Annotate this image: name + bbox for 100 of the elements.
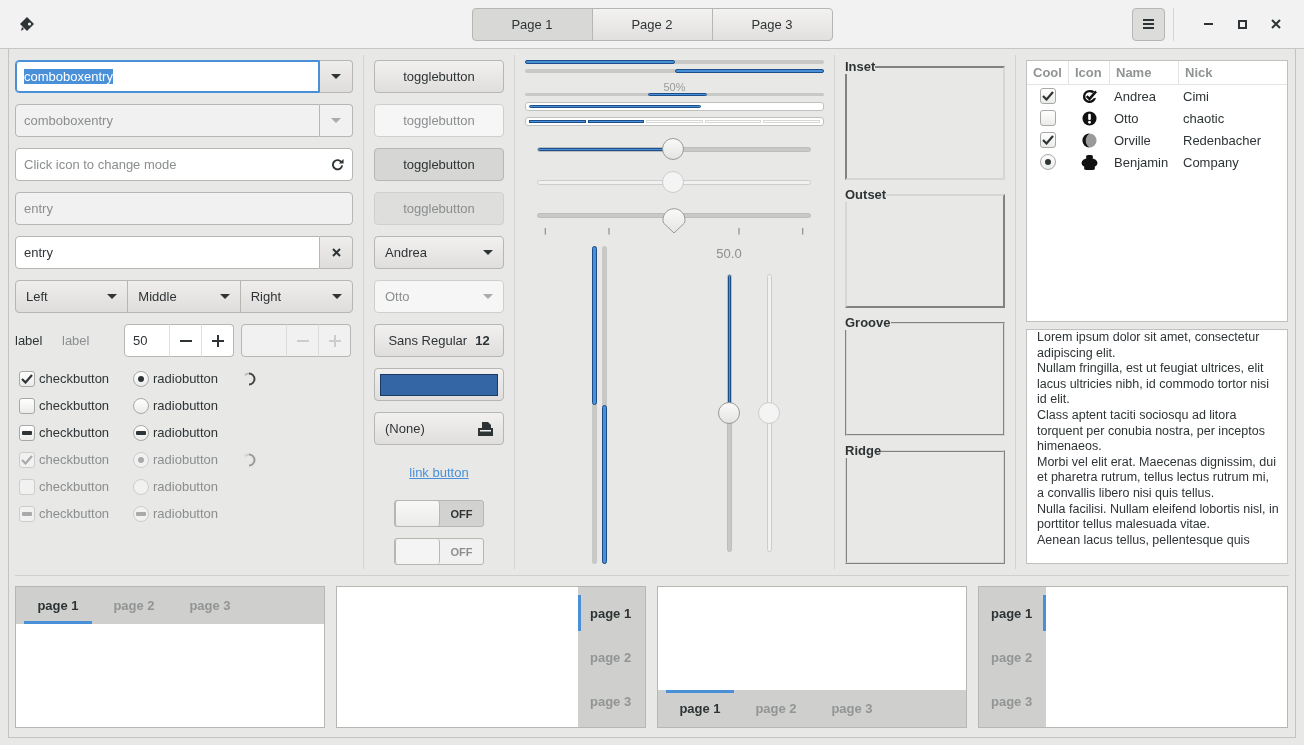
dropdown-button[interactable]: Right — [239, 280, 353, 313]
link-button[interactable]: link button — [409, 464, 469, 480]
caret-icon — [483, 250, 493, 255]
plus-icon — [211, 334, 224, 347]
check-icon — [1042, 91, 1054, 101]
font-button[interactable]: Sans Regular 12 — [374, 324, 504, 357]
frame-label: Ridge — [845, 444, 882, 458]
combo-entry-field[interactable]: comboboxentry — [15, 60, 320, 93]
checkbox[interactable] — [1040, 132, 1056, 148]
table-cell-text: Cimi — [1182, 88, 1210, 104]
combo-box[interactable]: Andrea — [374, 236, 504, 269]
tag-icon — [20, 17, 34, 31]
text-field[interactable]: entry — [15, 236, 320, 269]
tab[interactable]: page 2 — [578, 639, 645, 675]
minus-icon — [179, 339, 192, 342]
dash-icon — [22, 511, 32, 516]
caret-icon — [483, 294, 493, 299]
dot-icon — [1045, 159, 1051, 165]
slider-value: 50.0 — [716, 246, 742, 262]
stack-switcher-tab[interactable]: Page 3 — [711, 7, 833, 41]
column-header[interactable]: Icon — [1069, 61, 1110, 84]
spinner-icon — [242, 371, 256, 386]
tab[interactable]: page 3 — [578, 683, 645, 719]
close-icon — [1271, 19, 1281, 29]
column-header[interactable]: Name — [1110, 61, 1179, 84]
radio-button[interactable] — [1040, 154, 1056, 170]
toggle-button[interactable]: togglebutton — [374, 60, 504, 93]
label: label — [62, 333, 91, 348]
table-cell-text: Andrea — [1113, 88, 1157, 104]
plus-icon — [328, 334, 341, 347]
text-paragraph: Morbi vel elit erat. Maecenas dignissim, dui et pharetra rutrum, tellus lectus rutrum mi, a convallis libero nisi quis tellus. — [1037, 454, 1277, 502]
dash-icon — [136, 430, 146, 435]
refresh-icon[interactable] — [331, 158, 344, 171]
column-header[interactable]: Nick — [1179, 61, 1287, 84]
alert-icon — [1082, 110, 1097, 126]
vertical-slider[interactable] — [717, 274, 741, 552]
caret-icon — [332, 294, 342, 299]
slider[interactable] — [537, 138, 811, 161]
tab[interactable]: page 1 — [979, 595, 1046, 631]
minus-icon — [296, 339, 309, 342]
caret-icon — [107, 294, 118, 299]
tab[interactable]: page 1 — [666, 690, 734, 727]
checkbox[interactable] — [19, 424, 35, 441]
toggle-button[interactable]: togglebutton — [374, 148, 504, 181]
text-paragraph: Nulla facilisi. Nullam eleifend lobortis nisl, in porttitor tellus malesuada vitae. — [1037, 501, 1279, 533]
file-chooser-button[interactable]: (None) — [374, 412, 504, 445]
slider-thumb[interactable] — [718, 402, 740, 424]
combo-entry-field: comboboxentry — [15, 104, 320, 137]
column-header[interactable]: Cool — [1027, 61, 1069, 84]
table-cell-text: Otto — [1113, 110, 1140, 126]
dropdown-button[interactable]: Middle — [127, 280, 241, 313]
switch[interactable]: OFF — [394, 500, 484, 527]
text-field[interactable]: Click icon to change mode — [15, 148, 353, 181]
menu-button[interactable] — [1132, 7, 1165, 41]
tab[interactable]: page 3 — [818, 690, 886, 727]
text-paragraph: Aenean lacus tellus, pellentesque quis — [1037, 532, 1251, 549]
tab[interactable]: page 1 — [24, 587, 92, 624]
text-paragraph: Class aptent taciti sociosqu ad litora torquent per conubia nostra, per inceptos himenaeos. — [1037, 407, 1266, 455]
spin-field[interactable]: 50 — [124, 324, 170, 357]
radio-button[interactable] — [133, 370, 149, 387]
stack-switcher-tab[interactable]: Page 1 — [471, 7, 593, 41]
dropdown-button[interactable]: Left — [15, 280, 129, 313]
progress-text: 50% — [662, 80, 687, 93]
checkbox[interactable] — [1040, 88, 1056, 104]
minimize-icon — [1203, 23, 1213, 25]
checkbox[interactable] — [19, 397, 35, 414]
radio-button[interactable] — [133, 397, 149, 414]
radio-label: radiobutton — [153, 479, 219, 494]
text-view[interactable] — [1026, 329, 1288, 564]
checkbox-label: checkbutton — [39, 371, 110, 386]
checkbox[interactable] — [1040, 110, 1056, 126]
caret-icon — [331, 118, 341, 123]
stack-switcher-tab[interactable]: Page 2 — [591, 7, 713, 41]
tab[interactable]: page 2 — [979, 639, 1046, 675]
radio-button[interactable] — [133, 424, 149, 441]
checkbox-label: checkbutton — [39, 398, 110, 413]
decrement-button[interactable] — [169, 324, 202, 357]
dropdown-button[interactable] — [320, 60, 353, 93]
tab[interactable]: page 2 — [100, 587, 168, 624]
checkbox[interactable] — [19, 370, 35, 387]
text-paragraph: Nullam fringilla, est ut feugiat ultrices, elit lacus ultricies nibh, id commodo tortor nisi id elit. — [1037, 361, 1271, 408]
menu-icon — [1143, 19, 1154, 29]
table-cell-text: Redenbacher — [1182, 132, 1263, 148]
table-cell-text: chaotic — [1182, 110, 1226, 126]
check-icon — [21, 454, 33, 465]
radio-label: radiobutton — [153, 425, 219, 440]
text-field: entry — [15, 192, 353, 225]
close-icon — [331, 248, 341, 257]
slider-thumb[interactable] — [662, 138, 684, 161]
frame-label: Inset — [845, 60, 876, 74]
clear-button[interactable] — [320, 236, 353, 269]
spinner-icon — [242, 452, 256, 467]
increment-button[interactable] — [201, 324, 234, 357]
color-button[interactable] — [374, 368, 504, 401]
tab[interactable]: page 1 — [578, 595, 645, 631]
table-cell-text: Benjamin — [1113, 154, 1170, 170]
dash-icon — [22, 430, 32, 435]
tab[interactable]: page 3 — [979, 683, 1046, 719]
tab[interactable]: page 3 — [176, 587, 244, 624]
tab[interactable]: page 2 — [742, 690, 810, 727]
